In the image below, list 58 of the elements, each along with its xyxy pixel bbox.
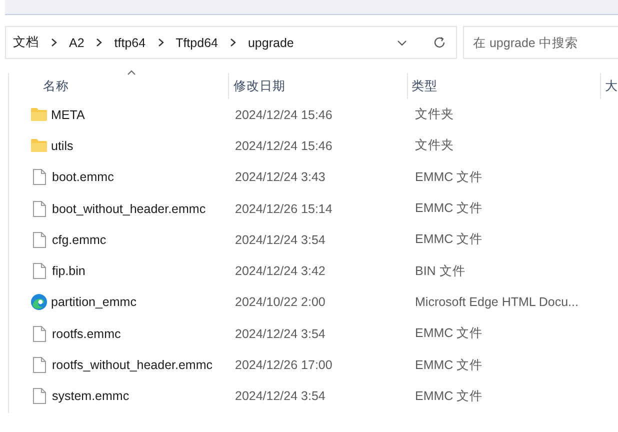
modified-date: 2024/12/24 3:54 (235, 389, 326, 404)
chevron-right-icon (51, 38, 57, 47)
file-type: 文件夹 (415, 106, 454, 124)
modified-date: 2024/12/24 15:46 (235, 138, 332, 153)
column-header[interactable]: 修改日期 (229, 73, 408, 99)
modified-date: 2024/12/24 3:43 (235, 170, 326, 184)
file-type: 文件夹 (415, 137, 454, 154)
breadcrumb-item[interactable]: upgrade (248, 36, 294, 50)
refresh-icon[interactable] (433, 36, 446, 49)
modified-date: 2024/12/24 15:46 (235, 108, 332, 122)
file-icon (33, 326, 46, 342)
column-header[interactable]: 类型 (408, 73, 602, 99)
file-name[interactable]: boot.emmc (52, 170, 114, 184)
file-type: EMMC 文件 (415, 356, 483, 374)
modified-date: 2024/12/26 15:14 (235, 202, 332, 216)
file-icon (33, 200, 46, 217)
file-name[interactable]: META (51, 108, 85, 122)
address-bar[interactable]: 文档 A2 tftp64 Tftpd64 upgrade (5, 26, 457, 59)
column-header[interactable]: 大 (601, 73, 618, 99)
file-name[interactable]: fip.bin (52, 264, 86, 278)
modified-date: 2024/12/24 3:42 (235, 264, 326, 278)
chevron-right-icon (230, 38, 236, 47)
file-icon (33, 263, 46, 280)
browser-icon (31, 294, 47, 310)
file-type: EMMC 文件 (415, 200, 483, 218)
file-icon (33, 232, 46, 248)
chevron-down-icon[interactable] (397, 40, 407, 46)
breadcrumb-item[interactable]: Tftpd64 (176, 36, 218, 50)
breadcrumb-item[interactable]: tftp64 (114, 36, 146, 50)
modified-date: 2024/12/26 17:00 (235, 358, 332, 372)
file-name[interactable]: system.emmc (52, 389, 130, 404)
modified-date: 2024/12/24 3:54 (235, 232, 326, 247)
chevron-right-icon (96, 38, 102, 47)
file-type: EMMC 文件 (415, 168, 483, 186)
column-header[interactable]: 名称 (9, 73, 230, 99)
file-name[interactable]: partition_emmc (51, 295, 136, 310)
file-icon (33, 388, 46, 404)
file-type: EMMC 文件 (415, 325, 483, 342)
folder-icon (31, 108, 47, 122)
file-name[interactable]: utils (51, 138, 74, 153)
sort-caret-icon (126, 70, 136, 75)
file-type: EMMC 文件 (415, 231, 483, 248)
search-field[interactable]: 在 upgrade 中搜索 (463, 26, 618, 59)
file-type: BIN 文件 (415, 262, 466, 280)
file-name[interactable]: rootfs_without_header.emmc (52, 358, 213, 372)
modified-date: 2024/12/24 3:54 (235, 326, 326, 341)
file-name[interactable]: cfg.emmc (52, 232, 106, 247)
file-icon (33, 169, 46, 186)
file-type: Microsoft Edge HTML Docu... (415, 295, 578, 310)
breadcrumb-item[interactable]: 文档 (13, 34, 39, 51)
file-name[interactable]: rootfs.emmc (52, 326, 121, 341)
breadcrumb-item[interactable]: A2 (69, 36, 84, 50)
modified-date: 2024/10/22 2:00 (235, 295, 326, 310)
file-icon (33, 357, 46, 374)
chevron-right-icon (158, 38, 164, 47)
folder-icon (31, 139, 47, 152)
file-type: EMMC 文件 (415, 388, 483, 405)
file-name[interactable]: boot_without_header.emmc (52, 202, 206, 216)
